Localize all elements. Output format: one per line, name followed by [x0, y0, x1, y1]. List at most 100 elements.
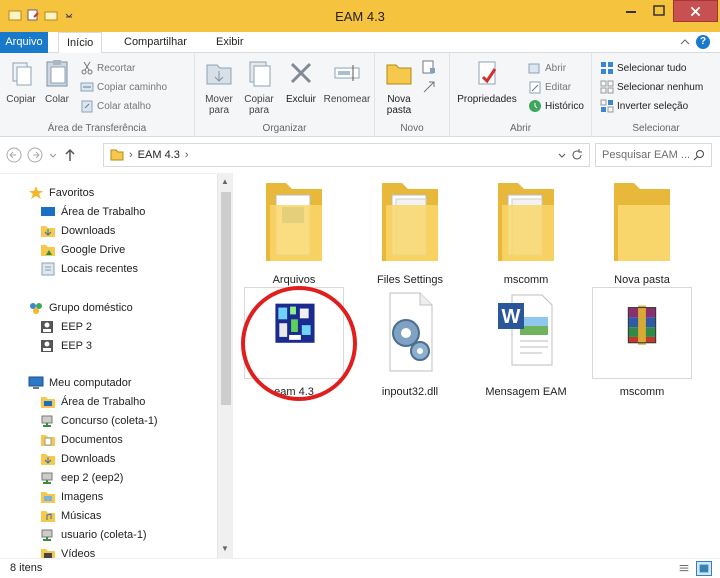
edit-button[interactable]: Editar	[528, 80, 571, 94]
nav-area-de-trabalho-2[interactable]: Área de Trabalho	[40, 392, 145, 411]
nav-eep3[interactable]: EEP 3	[40, 336, 92, 355]
organize-group: Mover para Copiar para Excluir Renomear …	[195, 53, 375, 137]
address-box[interactable]: › EAM 4.3 ›	[103, 143, 590, 167]
file-item[interactable]: mscomm	[592, 287, 692, 398]
invert-selection-button[interactable]: Inverter seleção	[600, 99, 688, 113]
paste-button[interactable]: Colar	[40, 57, 74, 105]
back-button[interactable]	[6, 147, 22, 163]
user-icon	[41, 339, 53, 352]
nav-scrollbar[interactable]: ▲ ▼	[217, 174, 233, 558]
file-list: Arquivos Files Settings mscomm Nova past…	[234, 173, 720, 558]
nav-imagens[interactable]: Imagens	[40, 487, 103, 506]
scissors-icon	[81, 61, 93, 75]
copy-button[interactable]: Copiar	[4, 57, 38, 105]
nav-eep2-share[interactable]: eep 2 (eep2)	[40, 468, 123, 487]
select-group-label: Selecionar	[632, 123, 680, 134]
nav-google-drive[interactable]: Google Drive	[40, 240, 125, 259]
tab-arquivo[interactable]: Arquivo	[0, 32, 48, 53]
scroll-up-icon[interactable]: ▲	[221, 177, 229, 186]
winrar-archive-icon	[592, 287, 692, 379]
properties-big-icon	[478, 61, 497, 85]
file-item[interactable]: mscomm	[476, 175, 576, 286]
navigation-pane: Favoritos Área de Trabalho Downloads Goo…	[0, 173, 233, 558]
nav-concurso[interactable]: Concurso (coleta-1)	[40, 411, 158, 430]
nav-downloads[interactable]: Downloads	[40, 221, 115, 240]
network-drive-icon	[41, 415, 53, 427]
network-drive-icon	[41, 529, 53, 541]
copy-path-icon	[80, 82, 94, 92]
music-icon	[41, 510, 55, 522]
file-item[interactable]: W Mensagem EAM	[476, 287, 576, 398]
nav-eep2[interactable]: EEP 2	[40, 317, 92, 336]
up-button[interactable]	[62, 147, 78, 163]
file-item[interactable]: inpout32.dll	[360, 287, 460, 398]
window-title: EAM 4.3	[335, 9, 385, 24]
nav-locais-recentes[interactable]: Locais recentes	[40, 259, 138, 278]
nav-meu-computador[interactable]: Meu computador	[28, 373, 132, 392]
close-button[interactable]	[673, 0, 718, 22]
scroll-thumb[interactable]	[221, 192, 231, 405]
nav-favoritos[interactable]: Favoritos	[28, 183, 94, 202]
recent-locations-button[interactable]	[45, 147, 61, 163]
tab-exibir[interactable]: Exibir	[208, 32, 252, 53]
forward-button[interactable]	[27, 147, 43, 163]
nav-usuario[interactable]: usuario (coleta-1)	[40, 525, 147, 544]
rename-icon	[334, 65, 360, 81]
new-item-icon[interactable]	[421, 59, 437, 75]
history-button[interactable]: Histórico	[528, 99, 584, 113]
nav-musicas[interactable]: Músicas	[40, 506, 101, 525]
refresh-icon[interactable]	[570, 148, 584, 162]
copy-to-icon	[249, 61, 271, 87]
delete-button[interactable]: Excluir	[281, 57, 321, 105]
select-all-button[interactable]: Selecionar tudo	[600, 61, 687, 75]
large-icons-view-icon[interactable]	[696, 561, 712, 576]
forward-arrow-icon	[27, 147, 43, 163]
homegroup-icon	[30, 302, 42, 314]
select-none-button[interactable]: Selecionar nenhum	[600, 80, 703, 94]
invert-selection-icon	[600, 99, 614, 113]
breadcrumb-eam[interactable]: EAM 4.3	[138, 149, 180, 161]
nav-documentos[interactable]: Documentos	[40, 430, 123, 449]
desktop-icon	[41, 396, 55, 408]
file-item[interactable]: Files Settings	[360, 175, 460, 286]
maximize-button[interactable]	[645, 0, 673, 22]
cut-button[interactable]: Recortar	[80, 61, 135, 75]
file-item[interactable]: eam 4.3	[244, 287, 344, 398]
documents-icon	[41, 434, 55, 446]
search-box[interactable]: Pesquisar EAM ...	[595, 143, 712, 167]
pictures-icon	[41, 491, 55, 503]
open-icon	[528, 63, 540, 74]
move-to-button[interactable]: Mover para	[199, 57, 239, 116]
chevron-down-icon	[49, 153, 57, 158]
file-item[interactable]: Arquivos	[244, 175, 344, 286]
minimize-button[interactable]	[617, 0, 645, 22]
paste-shortcut-button[interactable]: Colar atalho	[80, 99, 151, 113]
file-item[interactable]: Nova pasta	[592, 175, 692, 286]
paste-icon	[46, 60, 68, 87]
organize-group-label: Organizar	[262, 123, 307, 134]
easy-access-icon[interactable]	[421, 79, 437, 95]
select-none-icon	[600, 80, 614, 94]
help-button[interactable]: ?	[696, 35, 710, 49]
open-button[interactable]: Abrir	[528, 61, 566, 75]
details-view-icon[interactable]	[676, 561, 692, 576]
nav-area-de-trabalho[interactable]: Área de Trabalho	[40, 202, 145, 221]
address-dropdown-icon[interactable]	[557, 149, 567, 161]
copy-path-button[interactable]: Copiar caminho	[80, 80, 167, 94]
nav-downloads-2[interactable]: Downloads	[40, 449, 115, 468]
collapse-ribbon-icon[interactable]	[680, 37, 690, 47]
up-arrow-icon	[65, 148, 75, 161]
properties-button[interactable]: Propriedades	[454, 57, 520, 105]
nav-grupo-domestico[interactable]: Grupo doméstico	[28, 298, 133, 317]
rename-button[interactable]: Renomear	[323, 57, 371, 105]
ribbon: Copiar Colar Recortar Copiar caminho Col…	[0, 53, 720, 137]
tab-inicio[interactable]: Início	[58, 32, 103, 54]
application-icon	[244, 287, 344, 379]
title-bar: EAM 4.3	[0, 0, 720, 32]
network-drive-icon	[41, 472, 53, 484]
copy-to-button[interactable]: Copiar para	[239, 57, 279, 116]
tab-compartilhar[interactable]: Compartilhar	[116, 32, 195, 53]
nav-videos[interactable]: Vídeos	[40, 544, 95, 558]
new-folder-button[interactable]: Nova pasta	[381, 57, 417, 116]
scroll-down-icon[interactable]: ▼	[221, 544, 229, 553]
